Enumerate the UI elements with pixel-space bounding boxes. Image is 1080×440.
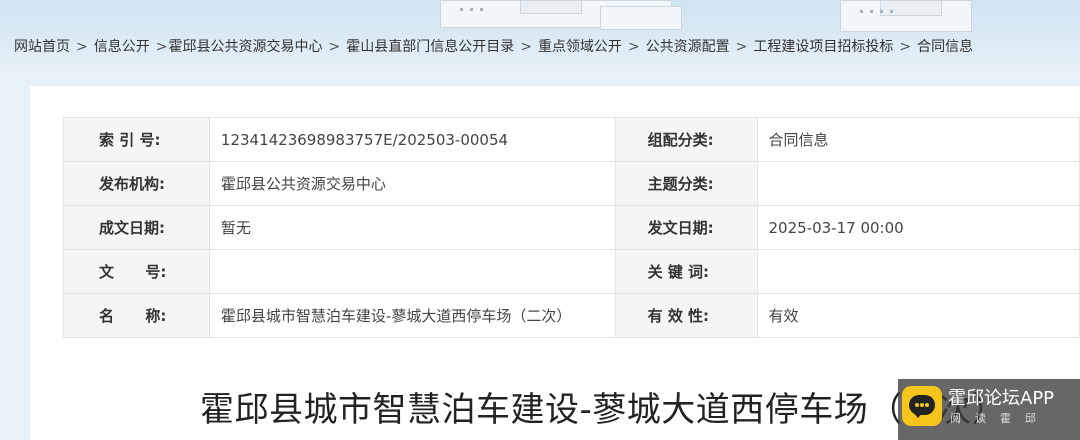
app-tagline: 阅读霍邱 xyxy=(950,412,1050,425)
app-watermark: 霍邱论坛APP 阅读霍邱 xyxy=(898,379,1080,440)
validity-value: 有效 xyxy=(756,293,1080,338)
app-name: 霍邱论坛APP xyxy=(948,388,1055,409)
category-label: 组配分类: xyxy=(614,117,758,162)
publisher-label: 发布机构: xyxy=(63,161,210,206)
breadcrumb-contract-info[interactable]: 合同信息 xyxy=(917,39,973,55)
keywords-label: 关 键 词: xyxy=(614,249,758,294)
topic-value xyxy=(756,161,1080,206)
breadcrumb: 网站首页 > 信息公开 >霍邱县公共资源交易中心 > 霍山县直部门信息公开目录 > 重点领域公… xyxy=(14,37,973,57)
breadcrumb-separator: > xyxy=(899,39,912,55)
breadcrumb-resource-allocation[interactable]: 公共资源配置 xyxy=(646,39,730,55)
name-value: 霍邱县城市智慧泊车建设-蓼城大道西停车场（二次） xyxy=(208,293,616,338)
document-number-label: 文 号: xyxy=(63,249,210,294)
table-row: 名 称: 霍邱县城市智慧泊车建设-蓼城大道西停车场（二次） 有 效 性: 有效 xyxy=(63,293,1080,338)
table-row: 成文日期: 暂无 发文日期: 2025-03-17 00:00 xyxy=(63,205,1080,250)
breadcrumb-separator: > xyxy=(735,39,748,55)
breadcrumb-key-areas[interactable]: 重点领域公开 xyxy=(538,39,622,55)
created-date-value: 暂无 xyxy=(208,205,616,250)
article-title: 霍邱县城市智慧泊车建设-蓼城大道西停车场（二次） xyxy=(200,390,1007,430)
breadcrumb-bidding[interactable]: 工程建设项目招标投标 xyxy=(753,39,893,55)
issued-date-label: 发文日期: xyxy=(614,205,758,250)
index-number-label: 索 引 号: xyxy=(63,117,210,162)
publisher-value: 霍邱县公共资源交易中心 xyxy=(208,161,616,206)
breadcrumb-separator: > xyxy=(155,39,168,55)
topic-label: 主题分类: xyxy=(614,161,758,206)
breadcrumb-separator: > xyxy=(627,39,640,55)
breadcrumb-trading-center[interactable]: 霍邱县公共资源交易中心 xyxy=(168,39,322,55)
breadcrumb-separator: > xyxy=(520,39,532,55)
index-number-value: 12341423698983757E/202503-00054 xyxy=(208,117,616,162)
name-label: 名 称: xyxy=(63,293,210,338)
keywords-value xyxy=(756,249,1080,294)
validity-label: 有 效 性: xyxy=(614,293,758,338)
table-row: 文 号: 关 键 词: xyxy=(63,249,1080,294)
breadcrumb-home[interactable]: 网站首页 xyxy=(14,39,70,55)
breadcrumb-info-public[interactable]: 信息公开 xyxy=(94,39,150,55)
table-row: 发布机构: 霍邱县公共资源交易中心 主题分类: xyxy=(63,161,1080,206)
document-metadata-table: 索 引 号: 12341423698983757E/202503-00054 组… xyxy=(63,117,1080,338)
chat-bubble-icon xyxy=(902,386,942,426)
document-number-value xyxy=(208,249,616,294)
category-value: 合同信息 xyxy=(756,117,1080,162)
created-date-label: 成文日期: xyxy=(63,205,210,250)
header-banner xyxy=(0,0,1080,70)
breadcrumb-separator: > xyxy=(76,39,88,55)
breadcrumb-catalog[interactable]: 霍山县直部门信息公开目录 xyxy=(346,39,514,55)
issued-date-value: 2025-03-17 00:00 xyxy=(756,205,1080,250)
table-row: 索 引 号: 12341423698983757E/202503-00054 组… xyxy=(63,117,1080,162)
breadcrumb-separator: > xyxy=(328,39,341,55)
